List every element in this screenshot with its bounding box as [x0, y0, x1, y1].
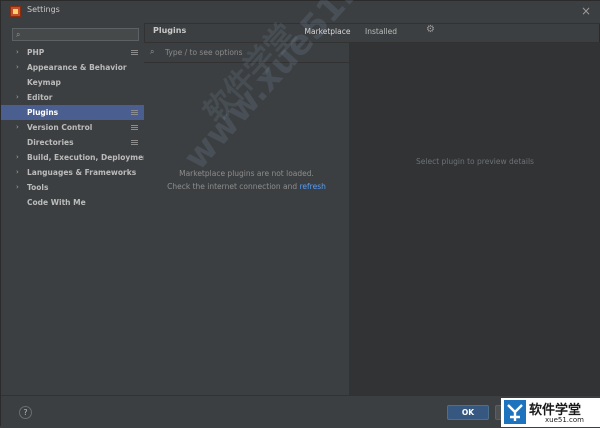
search-icon: ⌕ — [150, 47, 155, 56]
sidebar-item-label: Appearance & Behavior — [27, 63, 127, 72]
chevron-right-icon[interactable]: › — [16, 180, 19, 195]
sidebar-item-label: Directories — [27, 138, 74, 147]
window-title: Settings — [27, 5, 60, 14]
plugin-search-placeholder: Type / to see options — [165, 48, 243, 57]
close-icon[interactable]: × — [579, 3, 593, 19]
sidebar-item-version-control[interactable]: › Version Control — [1, 120, 144, 135]
plugins-title: Plugins — [153, 26, 187, 35]
sidebar-item-label: Languages & Frameworks — [27, 168, 137, 177]
project-level-icon — [131, 125, 138, 130]
sidebar-item-label: Tools — [27, 183, 49, 192]
plugin-detail-panel: Select plugin to preview details — [350, 43, 600, 395]
chevron-right-icon[interactable]: › — [16, 165, 19, 180]
tab-marketplace[interactable]: Marketplace — [300, 23, 355, 44]
sidebar-item-label: Plugins — [27, 108, 59, 117]
detail-placeholder: Select plugin to preview details — [416, 157, 534, 166]
sidebar-item-label: Editor — [27, 93, 53, 102]
title-bar: Settings × — [1, 1, 600, 24]
project-level-icon — [131, 110, 138, 115]
sidebar-item-plugins[interactable]: Plugins — [1, 105, 144, 120]
gear-icon[interactable]: ⚙ — [426, 24, 435, 35]
chevron-right-icon[interactable]: › — [16, 60, 19, 75]
sidebar-item-editor[interactable]: › Editor — [1, 90, 144, 105]
help-button[interactable]: ? — [19, 406, 32, 419]
chevron-right-icon[interactable]: › — [16, 150, 19, 165]
app-icon — [10, 6, 21, 17]
sidebar-item-label: Version Control — [27, 123, 93, 132]
connection-text: Check the internet connection and — [167, 182, 300, 191]
settings-sidebar: ⌕ › PHP › Appearance & Behavior Keymap › Edito… — [1, 23, 152, 395]
watermark-logo: 软件学堂 xue51.com — [501, 398, 600, 427]
sidebar-item-languages-frameworks[interactable]: › Languages & Frameworks — [1, 165, 144, 180]
sidebar-item-keymap[interactable]: Keymap — [1, 75, 144, 90]
project-level-icon — [131, 50, 138, 55]
refresh-link[interactable]: refresh — [300, 182, 326, 191]
sidebar-search-input[interactable]: ⌕ — [12, 28, 139, 41]
not-loaded-message: Marketplace plugins are not loaded. — [179, 169, 314, 178]
settings-window: Settings × ⌕ › PHP › Appearance & Behavior K… — [0, 0, 600, 428]
ok-button[interactable]: OK — [447, 405, 489, 420]
sidebar-item-label: Code With Me — [27, 198, 86, 207]
sidebar-item-code-with-me[interactable]: Code With Me — [1, 195, 144, 210]
sidebar-item-label: Build, Execution, Deployment — [27, 153, 153, 162]
watermark-logo-icon — [504, 400, 526, 424]
sidebar-item-build-execution-deployment[interactable]: › Build, Execution, Deployment — [1, 150, 152, 165]
chevron-right-icon[interactable]: › — [16, 45, 19, 60]
settings-tree: › PHP › Appearance & Behavior Keymap › Editor P… — [1, 45, 152, 210]
project-level-icon — [131, 140, 138, 145]
plugin-search-input[interactable]: ⌕ Type / to see options — [144, 43, 349, 63]
sidebar-item-label: Keymap — [27, 78, 61, 87]
watermark-logo-url: xue51.com — [545, 416, 584, 424]
search-icon: ⌕ — [16, 30, 21, 39]
sidebar-item-appearance-behavior[interactable]: › Appearance & Behavior — [1, 60, 144, 75]
plugin-list-panel: ⌕ Type / to see options Marketplace plug… — [144, 43, 350, 395]
tab-installed[interactable]: Installed — [363, 23, 399, 42]
chevron-right-icon[interactable]: › — [16, 90, 19, 105]
chevron-right-icon[interactable]: › — [16, 120, 19, 135]
connection-message: Check the internet connection and refres… — [144, 182, 349, 191]
sidebar-item-tools[interactable]: › Tools — [1, 180, 144, 195]
sidebar-item-php[interactable]: › PHP — [1, 45, 144, 60]
sidebar-item-label: PHP — [27, 48, 45, 57]
sidebar-item-directories[interactable]: Directories — [1, 135, 144, 150]
